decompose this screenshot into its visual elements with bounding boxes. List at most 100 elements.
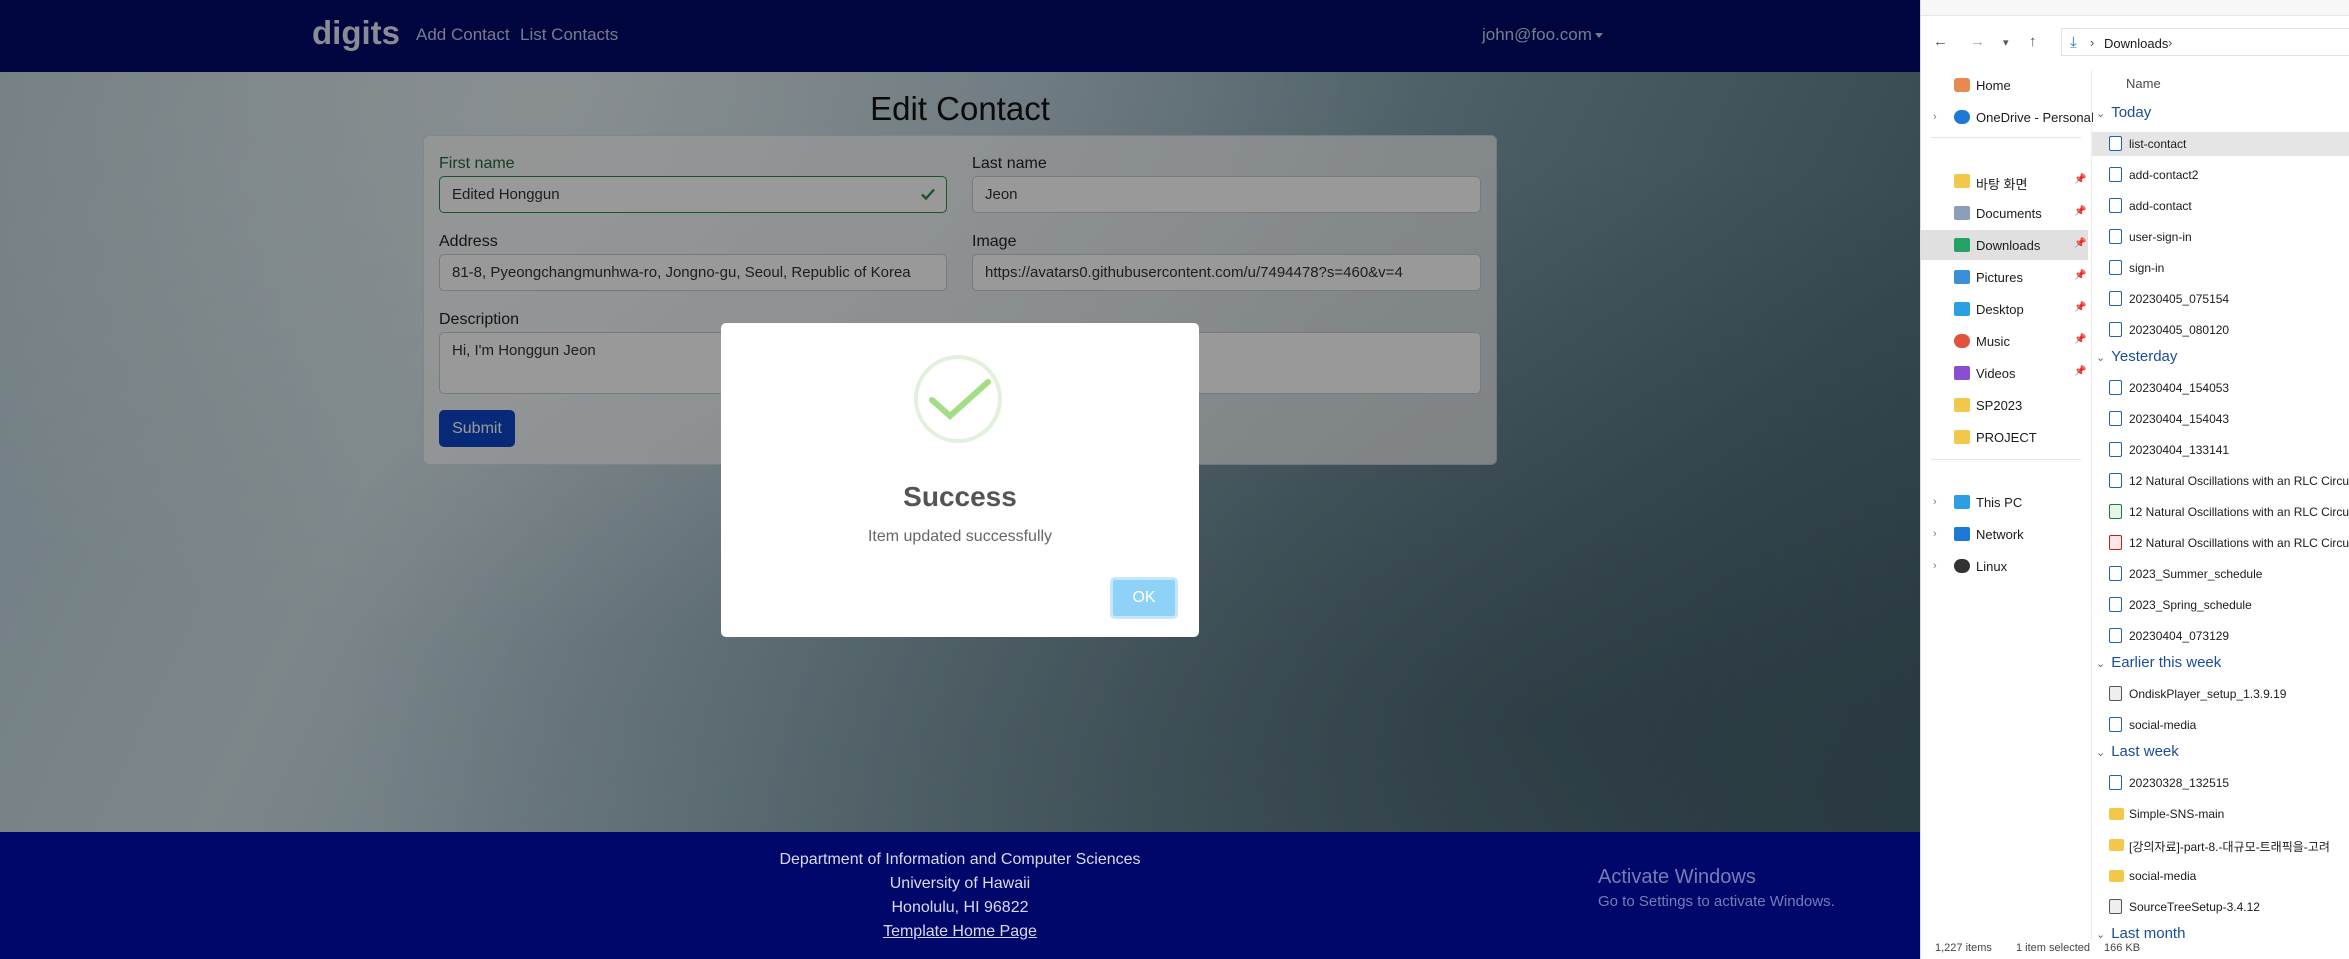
pin-icon[interactable]: 📌	[2074, 238, 2086, 249]
file-row[interactable]: [강의자료]-part-8.-대규모-트래픽을-고려	[2092, 833, 2349, 857]
sidebar-item-videos[interactable]: Videos 📌	[1921, 358, 2088, 388]
back-icon[interactable]: ←	[1933, 33, 1948, 50]
file-row[interactable]: 20230404_154053	[2092, 376, 2349, 400]
sidebar-item-home[interactable]: Home	[1921, 70, 2088, 100]
sidebar-item-desktop[interactable]: Desktop 📌	[1921, 294, 2088, 324]
sidebar-item-onedrive[interactable]: › OneDrive - Personal	[1921, 102, 2094, 132]
group-label: Yesterday	[2111, 348, 2178, 365]
music-icon	[1954, 334, 1970, 348]
pin-icon[interactable]: 📌	[2074, 174, 2086, 185]
file-row[interactable]: 12 Natural Oscillations with an RLC Circ…	[2092, 469, 2349, 493]
file-name: 20230404_154043	[2129, 412, 2230, 426]
group-label: Last month	[2111, 925, 2186, 940]
sidebar-item-music[interactable]: Music 📌	[1921, 326, 2088, 356]
file-name: 12 Natural Oscillations with an RLC Circ…	[2129, 536, 2349, 550]
sidebar-item-project[interactable]: PROJECT	[1921, 422, 2088, 452]
pin-icon[interactable]: 📌	[2074, 206, 2086, 217]
sidebar-item-network[interactable]: › Network	[1921, 519, 2088, 549]
chevron-down-icon: ⌄	[2096, 747, 2106, 759]
image-file-icon	[2109, 136, 2122, 151]
sidebar-item-label: Music	[1976, 334, 2010, 349]
file-name: list-contact	[2129, 137, 2187, 151]
pin-icon[interactable]: 📌	[2074, 334, 2086, 345]
file-list: Name ⌄ Today list-contact add-contact2 ad…	[2091, 70, 2349, 940]
group-header-yesterday[interactable]: ⌄ Yesterday	[2096, 348, 2177, 365]
file-row[interactable]: social-media	[2092, 713, 2349, 737]
pdf-file-icon	[2109, 535, 2122, 550]
file-row[interactable]: 20230328_132515	[2092, 771, 2349, 795]
folder-icon	[2109, 839, 2124, 851]
file-row[interactable]: 2023_Summer_schedule	[2092, 562, 2349, 586]
file-name: add-contact2	[2129, 168, 2199, 182]
item-count: 1,227 items	[1935, 942, 1992, 954]
file-row[interactable]: 20230405_080120	[2092, 318, 2349, 342]
title-strip	[1921, 0, 2349, 16]
forward-icon[interactable]: →	[1970, 33, 1985, 50]
file-row[interactable]: 20230405_075154	[2092, 287, 2349, 311]
linux-icon	[1954, 559, 1970, 573]
file-row[interactable]: user-sign-in	[2092, 225, 2349, 249]
sidebar-item-label: SP2023	[1976, 398, 2023, 413]
file-row[interactable]: list-contact	[2092, 132, 2349, 156]
file-row[interactable]: add-contact	[2092, 194, 2349, 218]
group-label: Today	[2111, 104, 2152, 121]
file-name: social-media	[2129, 869, 2197, 883]
group-header-earlier-this-week[interactable]: ⌄ Earlier this week	[2096, 654, 2221, 671]
sidebar-item-label: 바탕 화면	[1976, 177, 2028, 192]
pin-icon[interactable]: 📌	[2074, 366, 2086, 377]
file-row[interactable]: 2023_Spring_schedule	[2092, 593, 2349, 617]
pc-icon	[1954, 495, 1970, 509]
chevron-right-icon: ›	[2090, 35, 2095, 50]
recent-dropdown-icon[interactable]: ▾	[2003, 36, 2009, 49]
chevron-down-icon: ⌄	[2096, 658, 2106, 670]
chevron-right-icon[interactable]: ›	[1933, 560, 1937, 572]
sidebar-item-desktop-kr[interactable]: 바탕 화면 📌	[1921, 166, 2088, 196]
sidebar-item-sp2023[interactable]: SP2023	[1921, 390, 2088, 420]
file-name: 20230404_154053	[2129, 381, 2230, 395]
file-row[interactable]: 20230404_154043	[2092, 407, 2349, 431]
group-header-last-week[interactable]: ⌄ Last week	[2096, 743, 2179, 760]
file-row[interactable]: social-media	[2092, 864, 2349, 888]
chevron-right-icon[interactable]: ›	[1933, 528, 1937, 540]
image-file-icon	[2109, 167, 2122, 182]
excel-file-icon	[2109, 504, 2122, 519]
sidebar-item-this-pc[interactable]: › This PC	[1921, 487, 2088, 517]
file-row[interactable]: add-contact2	[2092, 163, 2349, 187]
template-home-link[interactable]: Template Home Page	[0, 923, 1920, 941]
file-row[interactable]: SourceTreeSetup-3.4.12	[2092, 895, 2349, 919]
up-icon[interactable]: ↑	[2029, 33, 2037, 50]
file-row[interactable]: 12 Natural Oscillations with an RLC Circ…	[2092, 531, 2349, 555]
file-row[interactable]: 12 Natural Oscillations with an RLC Circ…	[2092, 500, 2349, 524]
chevron-right-icon[interactable]: ›	[1933, 496, 1937, 508]
sidebar-item-linux[interactable]: › Linux	[1921, 551, 2088, 581]
file-row[interactable]: 20230404_133141	[2092, 438, 2349, 462]
file-row[interactable]: OndiskPlayer_setup_1.3.9.19	[2092, 682, 2349, 706]
divider	[1931, 137, 2081, 138]
group-header-last-month[interactable]: ⌄ Last month	[2096, 925, 2185, 940]
sidebar-item-downloads[interactable]: Downloads 📌	[1921, 230, 2088, 260]
chevron-right-icon[interactable]: ›	[2168, 35, 2172, 50]
file-row[interactable]: sign-in	[2092, 256, 2349, 280]
file-name: social-media	[2129, 718, 2197, 732]
sidebar-item-documents[interactable]: Documents 📌	[1921, 198, 2088, 228]
address-text: Downloads	[2104, 36, 2169, 51]
pin-icon[interactable]: 📌	[2074, 270, 2086, 281]
address-bar[interactable]: ⤓ › Downloads ›	[2061, 28, 2349, 56]
chevron-right-icon[interactable]: ›	[1933, 111, 1937, 123]
image-file-icon	[2109, 291, 2122, 306]
sidebar-item-pictures[interactable]: Pictures 📌	[1921, 262, 2088, 292]
sidebar-item-label: Pictures	[1976, 270, 2023, 285]
column-header-name[interactable]: Name	[2126, 76, 2161, 91]
pictures-icon	[1954, 270, 1970, 284]
image-file-icon	[2109, 229, 2122, 244]
pin-icon[interactable]: 📌	[2074, 302, 2086, 313]
file-row[interactable]: 20230404_073129	[2092, 624, 2349, 648]
file-name: 20230328_132515	[2129, 776, 2230, 790]
chevron-down-icon: ⌄	[2096, 929, 2106, 940]
ok-button[interactable]: OK	[1110, 577, 1178, 619]
home-icon	[1954, 78, 1970, 92]
file-row[interactable]: Simple-SNS-main	[2092, 802, 2349, 826]
group-header-today[interactable]: ⌄ Today	[2096, 104, 2151, 121]
image-file-icon	[2109, 198, 2122, 213]
image-file-icon	[2109, 597, 2122, 612]
